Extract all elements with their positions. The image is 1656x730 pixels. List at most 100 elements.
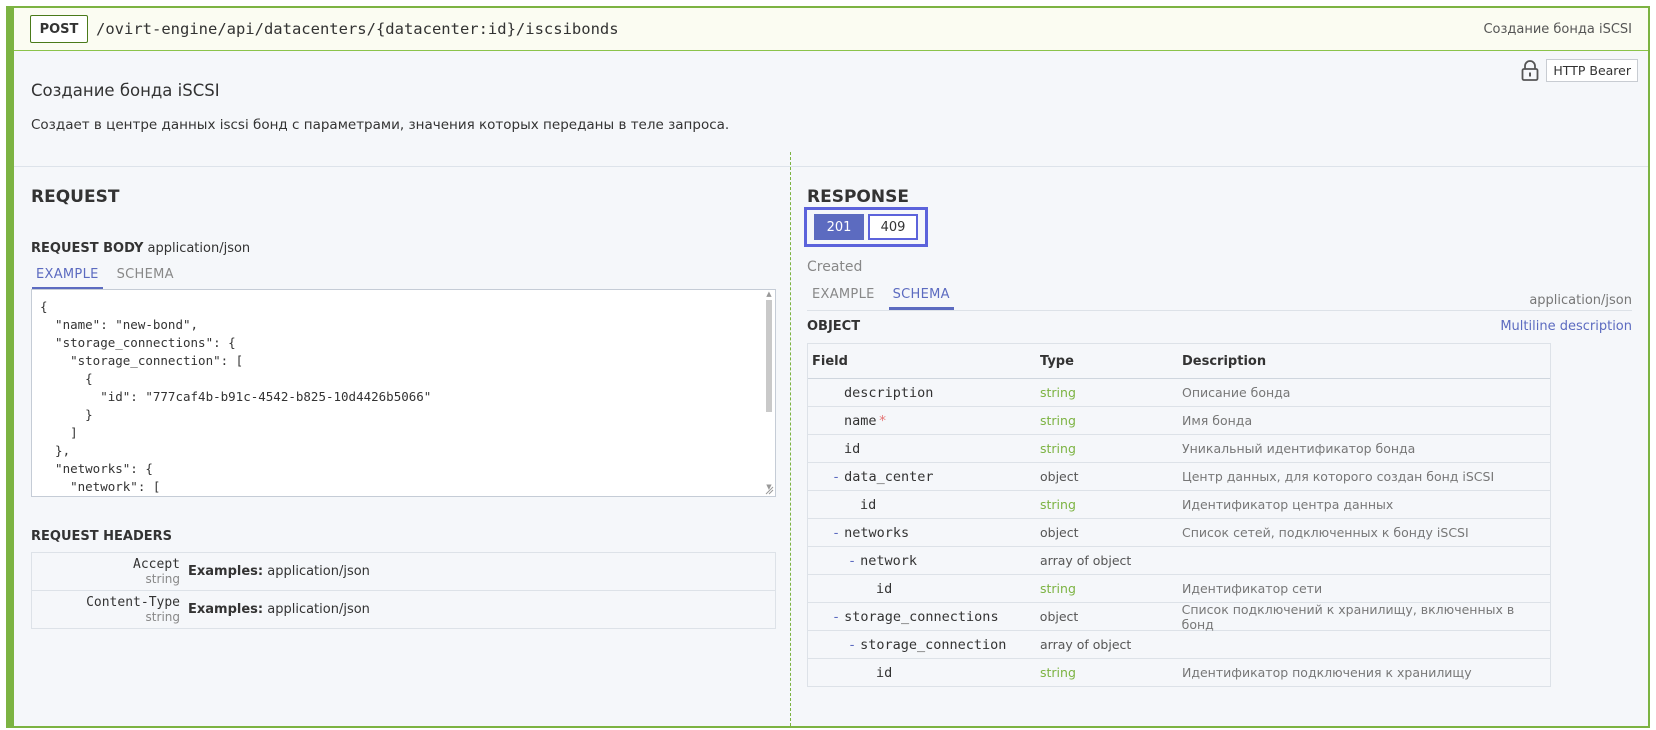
schema-row[interactable]: - storage_connections object Список подключ… <box>808 601 1550 632</box>
header-row: Accept string Examples: application/json <box>32 553 775 591</box>
response-heading: RESPONSE <box>807 187 909 207</box>
header-name: Accept <box>133 556 180 572</box>
auth-indicator[interactable]: HTTP Bearer <box>1520 59 1638 82</box>
response-code-201-button[interactable]: 201 <box>814 214 864 240</box>
operation-summary: Создание бонда iSCSI <box>1483 21 1632 37</box>
header-type: string <box>145 609 180 624</box>
response-content-type: application/json <box>1529 293 1632 308</box>
schema-header-row: Field Type Description <box>808 344 1550 379</box>
schema-field-description: Список сетей, подключенных к бонду iSCSI <box>1182 525 1469 540</box>
response-code-selector: 201 409 <box>804 207 928 247</box>
request-tabs: EXAMPLE SCHEMA <box>32 267 188 290</box>
collapse-toggle-icon[interactable]: - <box>832 525 840 541</box>
schema-row: id string Идентификатор центра данных <box>808 491 1550 519</box>
schema-row[interactable]: - storage_connection array of object <box>808 631 1550 659</box>
request-body-content-type: application/json <box>147 241 251 256</box>
schema-field-cell: - network <box>808 553 1040 569</box>
schema-field-cell: id <box>808 665 1040 681</box>
header-row: Content-Type string Examples: applicatio… <box>32 591 775 628</box>
request-body-label: REQUEST BODY application/json <box>31 241 250 256</box>
schema-field-name: networks <box>844 524 910 541</box>
schema-field-cell: description <box>808 385 1040 401</box>
http-method-badge: POST <box>30 15 88 43</box>
header-example-value: application/json <box>267 602 370 617</box>
schema-field-name: storage_connection <box>860 636 1007 653</box>
schema-row: id string Идентификатор сети <box>808 575 1550 603</box>
collapse-toggle-icon[interactable]: - <box>848 637 856 653</box>
request-body-title: REQUEST BODY <box>31 241 144 256</box>
operation-description: Создает в центре данных iscsi бонд с пар… <box>31 117 730 133</box>
schema-field-type: string <box>1040 413 1076 428</box>
schema-row: description string Описание бонда <box>808 379 1550 407</box>
request-example-editor[interactable]: { "name": "new-bond", "storage_connectio… <box>31 289 776 497</box>
collapse-toggle-icon[interactable]: - <box>832 469 840 485</box>
column-header-type: Type <box>1040 353 1074 369</box>
schema-field-name: id <box>860 496 877 513</box>
column-header-description: Description <box>1182 353 1267 369</box>
editor-scrollbar[interactable]: ▲ ▼ <box>765 291 773 491</box>
required-marker: * <box>878 412 887 429</box>
schema-field-cell: - storage_connection <box>808 637 1040 653</box>
request-heading: REQUEST <box>31 187 120 207</box>
schema-field-name: description <box>844 384 934 401</box>
schema-field-description: Идентификатор сети <box>1182 581 1323 596</box>
schema-row: id string Уникальный идентификатор бонда <box>808 435 1550 463</box>
scroll-thumb[interactable] <box>766 300 772 412</box>
tab-response-example[interactable]: EXAMPLE <box>808 287 879 310</box>
schema-row: name * string Имя бонда <box>808 407 1550 435</box>
request-example-code[interactable]: { "name": "new-bond", "storage_connectio… <box>32 290 775 496</box>
schema-field-type: string <box>1040 441 1076 456</box>
schema-field-description: Центр данных, для которого создан бонд i… <box>1182 469 1495 484</box>
schema-field-name: id <box>876 580 893 597</box>
header-examples-label: Examples: <box>188 564 264 579</box>
schema-field-type: array of object <box>1040 553 1132 568</box>
response-tabs: EXAMPLE SCHEMA <box>808 287 964 310</box>
schema-row[interactable]: - network array of object <box>808 547 1550 575</box>
schema-field-type: string <box>1040 497 1076 512</box>
response-status-text: Created <box>807 259 863 275</box>
header-name-cell: Accept string <box>32 556 180 586</box>
resize-handle-icon[interactable] <box>765 486 774 495</box>
tab-request-schema[interactable]: SCHEMA <box>113 267 178 290</box>
operation-header[interactable]: POST /ovirt-engine/api/datacenters/{data… <box>14 8 1648 51</box>
schema-field-description: Идентификатор подключения к хранилищу <box>1182 665 1472 680</box>
schema-field-name: network <box>860 552 918 569</box>
schema-field-name: data_center <box>844 468 934 485</box>
schema-object-label: OBJECT <box>807 319 861 334</box>
multiline-description-link[interactable]: Multiline description <box>1500 319 1632 334</box>
header-example: Examples: application/json <box>188 564 370 579</box>
schema-field-name: id <box>876 664 893 681</box>
header-examples-label: Examples: <box>188 602 264 617</box>
collapse-toggle-icon[interactable]: - <box>848 553 856 569</box>
auth-scheme-label[interactable]: HTTP Bearer <box>1546 59 1638 82</box>
tab-request-example[interactable]: EXAMPLE <box>32 267 103 290</box>
operation-title: Создание бонда iSCSI <box>31 81 220 100</box>
response-panel: RESPONSE 201 409 Created EXAMPLE SCHEMA … <box>791 167 1648 726</box>
response-schema-table: Field Type Description description string… <box>807 343 1551 687</box>
header-name: Content-Type <box>86 594 180 610</box>
schema-field-name: id <box>844 440 861 457</box>
tabs-divider <box>807 310 1632 311</box>
response-code-409-button[interactable]: 409 <box>868 214 918 240</box>
request-panel: REQUEST REQUEST BODY application/json EX… <box>14 167 790 726</box>
schema-field-description: Уникальный идентификатор бонда <box>1182 441 1416 456</box>
schema-field-cell: id <box>808 581 1040 597</box>
schema-field-type: string <box>1040 385 1076 400</box>
schema-row[interactable]: - data_center object Центр данных, для кото… <box>808 463 1550 491</box>
schema-field-cell: id <box>808 441 1040 457</box>
schema-field-description: Список подключений к хранилищу, включенн… <box>1181 601 1515 632</box>
lock-icon[interactable] <box>1520 59 1540 82</box>
scroll-up-icon[interactable]: ▲ <box>765 291 773 298</box>
schema-field-type: string <box>1040 665 1076 680</box>
schema-row: id string Идентификатор подключения к хран… <box>808 659 1550 686</box>
schema-row[interactable]: - networks object Список сетей, подключенны… <box>808 519 1550 547</box>
schema-field-cell: - networks <box>808 525 1040 541</box>
schema-field-description: Идентификатор центра данных <box>1182 497 1394 512</box>
schema-field-cell: - storage_connections <box>808 609 1040 625</box>
schema-field-description: Имя бонда <box>1182 413 1253 428</box>
collapse-toggle-icon[interactable]: - <box>832 609 840 625</box>
tab-response-schema[interactable]: SCHEMA <box>888 287 954 310</box>
operation-panel: POST /ovirt-engine/api/datacenters/{data… <box>6 6 1650 728</box>
request-headers-table: Accept string Examples: application/json… <box>31 552 776 629</box>
endpoint-path: /ovirt-engine/api/datacenters/{datacente… <box>96 20 619 38</box>
